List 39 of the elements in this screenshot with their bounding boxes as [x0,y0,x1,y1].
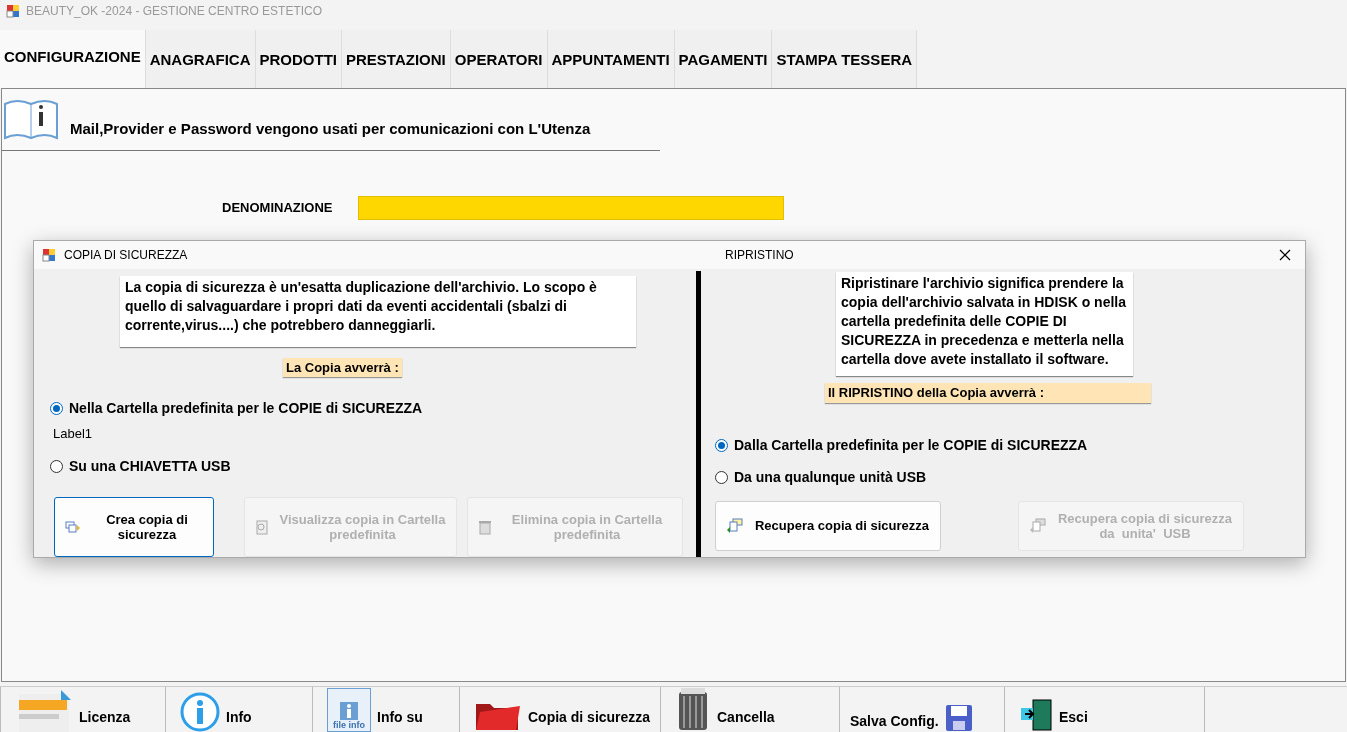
note-label: Label1 [53,424,94,443]
radio-button[interactable] [715,470,728,484]
radio-label: Da una qualunque unità USB [734,467,927,487]
tab[interactable]: CONFIGURAZIONE [0,30,146,88]
toolbar-button[interactable]: file info Info su [313,687,423,732]
dialog-title: COPIA DI SICUREZZA [64,246,188,264]
toolbar-button[interactable]: Info [166,687,252,732]
toolbar-button[interactable]: Salva Config. [840,687,973,732]
section-heading: La Copia avverrà : [283,357,402,377]
document-icon [255,519,269,535]
trash-icon [478,519,492,535]
toolbar-button[interactable]: Copia di sicurezza [460,687,651,732]
app-icon [6,4,20,18]
radio-label: Nella Cartella predefinita per le COPIE di SICUREZZA [69,398,423,418]
toolbar-button[interactable]: Licenza [1,687,131,732]
copy-icon [65,520,81,534]
toolbar-button[interactable]: Esci [1005,687,1088,732]
app-icon [42,247,56,262]
exit-door-icon [1019,698,1053,732]
copy-icon [1029,517,1047,534]
section-heading: Il RIPRISTINO della Copia avverrà : [825,382,1151,403]
close-icon[interactable] [1279,248,1291,261]
dialog-button[interactable]: Crea copia di sicurezza [54,497,214,557]
description-box: La copia di sicurezza è un'esatta duplicazione dell'archivio. Lo scopo è quello di salvaguardare i propri dati da eventi accidentali (sbalzi di corrente,virus....) che potrebbero danneggiarli. [120,275,636,347]
radio-button[interactable] [715,438,728,452]
radio-button[interactable] [50,460,63,473]
toolbar-button[interactable]: Cancella [661,687,775,732]
info-text: Mail,Provider e Password vengono usati per comunicazioni con L'Utenza [70,118,591,139]
copy-icon [726,517,744,534]
dialog-button[interactable]: Recupera copia di sicurezza [715,500,941,551]
radio-label: Dalla Cartella predefinita per le COPIE di SICUREZZA [734,435,1088,455]
field-label: DENOMINAZIONE [222,199,333,218]
dialog-subtitle: RIPRISTINO [725,246,794,264]
description-box: Ripristinare l'archivio significa prendere la copia dell'archivio salvata in HDISK o nella cartella predefinita delle COPIE DI SICUREZZA in precedenza e metterla nella cartella dove avete installato il software. [836,271,1133,376]
file-info-icon: file info [327,688,371,732]
window-title: BEAUTY_OK -2024 - GESTIONE CENTRO ESTETICO [26,3,323,20]
radio-label: Su una CHIAVETTA USB [69,457,231,476]
name-field[interactable] [357,196,784,220]
radio-button[interactable] [50,401,63,415]
